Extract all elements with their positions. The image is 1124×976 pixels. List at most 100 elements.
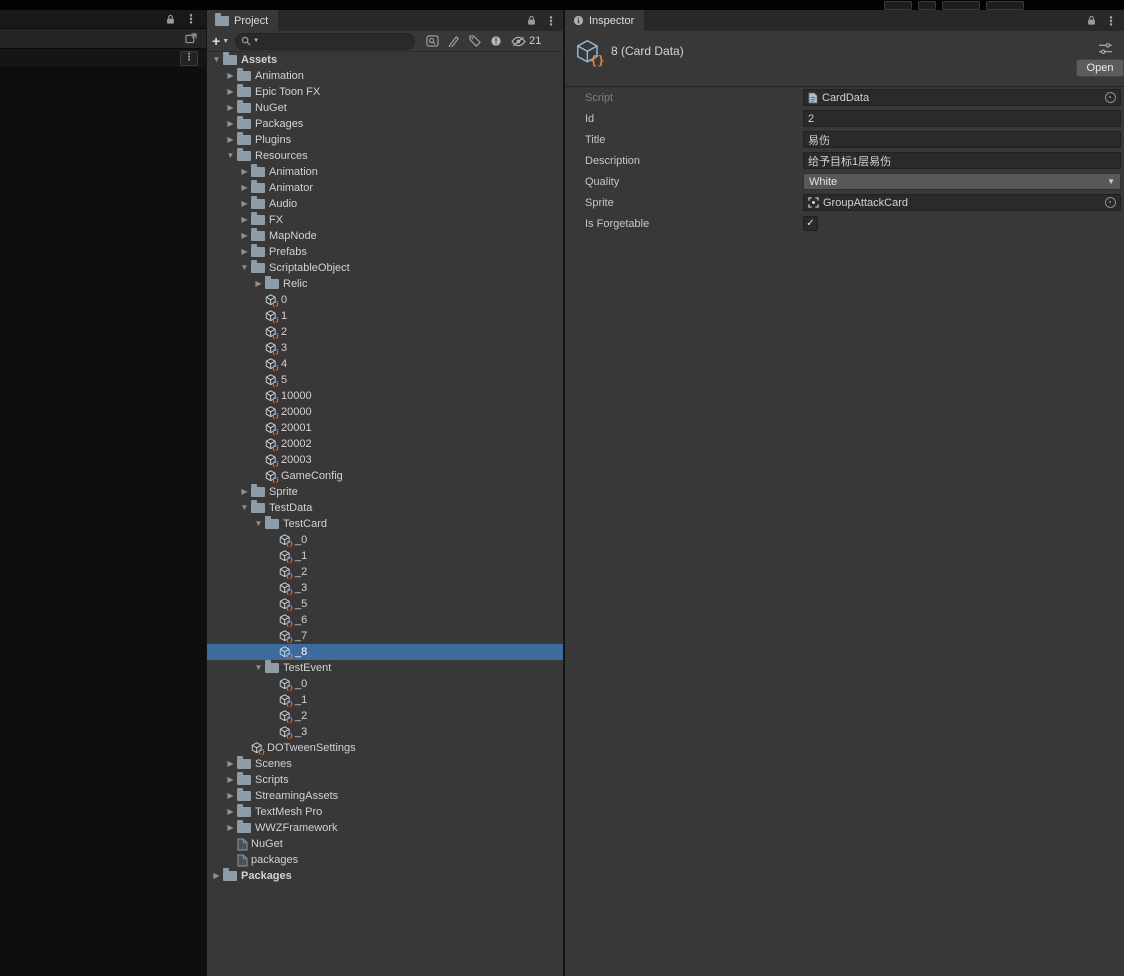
tree-item[interactable]: ▶Plugins (207, 132, 564, 148)
foldout-closed-icon[interactable]: ▶ (224, 824, 237, 832)
object-picker-icon[interactable] (1105, 92, 1116, 103)
tree-item[interactable]: {}_2 (207, 708, 564, 724)
titlebar-button[interactable] (942, 1, 980, 10)
tree-item[interactable]: ▶Sprite (207, 484, 564, 500)
description-input[interactable]: 给予目标1层易伤 (803, 152, 1121, 169)
tree-item[interactable]: ▼Assets (207, 52, 564, 68)
kebab-menu-icon[interactable]: ⋮ (180, 51, 198, 66)
foldout-closed-icon[interactable]: ▶ (238, 200, 251, 208)
tree-item[interactable]: {}5 (207, 372, 564, 388)
foldout-closed-icon[interactable]: ▶ (224, 808, 237, 816)
kebab-menu-icon[interactable]: ⋮ (545, 15, 557, 27)
tree-item[interactable]: {}0 (207, 292, 564, 308)
tree-item[interactable]: ▼Resources (207, 148, 564, 164)
foldout-closed-icon[interactable]: ▶ (238, 216, 251, 224)
open-button[interactable]: Open (1076, 59, 1124, 77)
tree-item[interactable]: {}20002 (207, 436, 564, 452)
foldout-closed-icon[interactable]: ▶ (224, 120, 237, 128)
tree-item[interactable]: ▶Packages (207, 116, 564, 132)
tab-project[interactable]: Project (207, 10, 278, 31)
lock-icon[interactable] (1087, 15, 1096, 26)
tree-item[interactable]: {}10000 (207, 388, 564, 404)
tree-item[interactable]: {}4 (207, 356, 564, 372)
tree-item[interactable]: {}_3 (207, 724, 564, 740)
foldout-closed-icon[interactable]: ▶ (224, 760, 237, 768)
tree-item[interactable]: ▼TestCard (207, 516, 564, 532)
tree-item[interactable]: ▼TestEvent (207, 660, 564, 676)
foldout-closed-icon[interactable]: ▶ (252, 280, 265, 288)
tree-item[interactable]: {}_1 (207, 548, 564, 564)
titlebar-button[interactable] (918, 1, 936, 10)
tab-inspector[interactable]: Inspector (565, 10, 644, 31)
tree-item[interactable]: {}_1 (207, 692, 564, 708)
search-input[interactable]: ▼ (235, 33, 415, 50)
tree-item[interactable]: {}DOTweenSettings (207, 740, 564, 756)
tree-item[interactable]: ▶Scenes (207, 756, 564, 772)
save-search-icon[interactable] (490, 35, 502, 47)
kebab-menu-icon[interactable]: ⋮ (185, 13, 197, 25)
is-forgetable-checkbox[interactable]: ✓ (803, 216, 818, 231)
tree-item[interactable]: {}3 (207, 340, 564, 356)
tree-item[interactable]: ▶Scripts (207, 772, 564, 788)
titlebar-button[interactable] (986, 1, 1024, 10)
tree-item[interactable]: ▶MapNode (207, 228, 564, 244)
script-object-field[interactable]: CardData (803, 89, 1121, 106)
tree-item[interactable]: ▶TextMesh Pro (207, 804, 564, 820)
tree-item[interactable]: {}_3 (207, 580, 564, 596)
tree-item[interactable]: ▶Packages (207, 868, 564, 884)
lock-icon[interactable] (527, 15, 536, 26)
open-in-search-icon[interactable] (426, 35, 439, 47)
tree-item[interactable]: {}_5 (207, 596, 564, 612)
tree-item[interactable]: {}_6 (207, 612, 564, 628)
tree-item[interactable]: ▶Animation (207, 68, 564, 84)
tree-item[interactable]: packages (207, 852, 564, 868)
tree-item[interactable]: ▶NuGet (207, 100, 564, 116)
foldout-open-icon[interactable]: ▼ (252, 520, 265, 528)
popout-icon[interactable] (185, 33, 197, 44)
tree-item[interactable]: ▶Animator (207, 180, 564, 196)
tree-item[interactable]: ▼TestData (207, 500, 564, 516)
tree-item[interactable]: ▶Prefabs (207, 244, 564, 260)
tree-item[interactable]: ▶StreamingAssets (207, 788, 564, 804)
quality-dropdown[interactable]: White▼ (803, 173, 1121, 190)
search-by-label-icon[interactable] (469, 35, 481, 47)
object-picker-icon[interactable] (1105, 197, 1116, 208)
foldout-closed-icon[interactable]: ▶ (224, 72, 237, 80)
foldout-closed-icon[interactable]: ▶ (224, 136, 237, 144)
id-input[interactable]: 2 (803, 110, 1121, 127)
tree-item[interactable]: ▶Relic (207, 276, 564, 292)
tree-item[interactable]: {}1 (207, 308, 564, 324)
tree-item[interactable]: {}2 (207, 324, 564, 340)
kebab-menu-icon[interactable]: ⋮ (1105, 15, 1117, 27)
tree-item[interactable]: {}20001 (207, 420, 564, 436)
foldout-open-icon[interactable]: ▼ (238, 504, 251, 512)
foldout-closed-icon[interactable]: ▶ (210, 872, 223, 880)
create-asset-button[interactable]: + ▼ (212, 34, 229, 48)
titlebar-button[interactable] (884, 1, 912, 10)
tree-item[interactable]: ▶Audio (207, 196, 564, 212)
tree-item[interactable]: ▶WWZFramework (207, 820, 564, 836)
foldout-closed-icon[interactable]: ▶ (238, 248, 251, 256)
tree-item[interactable]: ▼ScriptableObject (207, 260, 564, 276)
package-visibility-toggle[interactable]: 21 (511, 35, 541, 47)
foldout-closed-icon[interactable]: ▶ (224, 792, 237, 800)
tree-item[interactable]: ▶FX (207, 212, 564, 228)
foldout-open-icon[interactable]: ▼ (224, 152, 237, 160)
tree-item[interactable]: {}_7 (207, 628, 564, 644)
tree-item[interactable]: ▶Animation (207, 164, 564, 180)
presets-icon[interactable] (1099, 43, 1112, 54)
search-by-type-icon[interactable] (448, 35, 460, 47)
foldout-closed-icon[interactable]: ▶ (238, 184, 251, 192)
tree-item[interactable]: {}_0 (207, 532, 564, 548)
tree-item[interactable]: {}20003 (207, 452, 564, 468)
tree-item[interactable]: {}_8 (207, 644, 564, 660)
foldout-open-icon[interactable]: ▼ (238, 264, 251, 272)
tree-item[interactable]: NuGet (207, 836, 564, 852)
tree-item[interactable]: {}20000 (207, 404, 564, 420)
title-input[interactable]: 易伤 (803, 131, 1121, 148)
foldout-closed-icon[interactable]: ▶ (238, 168, 251, 176)
lock-icon[interactable] (166, 14, 175, 25)
tree-item[interactable]: ▶Epic Toon FX (207, 84, 564, 100)
foldout-open-icon[interactable]: ▼ (210, 56, 223, 64)
foldout-closed-icon[interactable]: ▶ (224, 776, 237, 784)
